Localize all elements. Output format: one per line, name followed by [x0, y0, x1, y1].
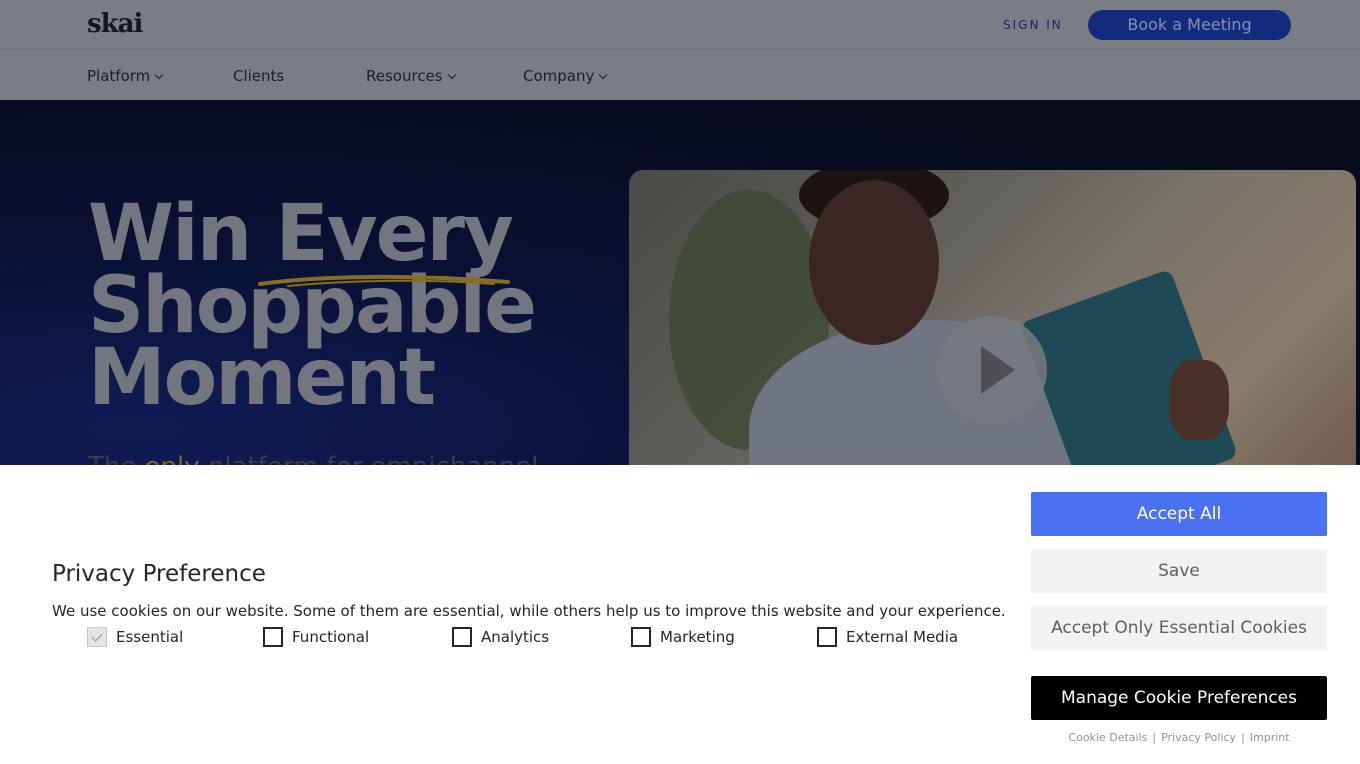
play-icon: [981, 346, 1015, 394]
cookie-details-link[interactable]: Cookie Details: [1068, 731, 1147, 744]
nav-item-label: Clients: [233, 67, 285, 85]
hero-video[interactable]: [629, 170, 1356, 465]
privacy-policy-link[interactable]: Privacy Policy: [1161, 731, 1236, 744]
cookie-banner: Privacy Preference We use cookies on our…: [0, 465, 1360, 764]
option-label: Essential: [116, 628, 184, 646]
link-separator: |: [1241, 731, 1245, 744]
save-button[interactable]: Save: [1031, 549, 1327, 593]
cookie-title: Privacy Preference: [52, 561, 266, 587]
chevron-down-icon: [447, 70, 456, 80]
option-label: Functional: [292, 628, 370, 646]
hero-subtitle: The only platform for omnichannel: [88, 452, 538, 465]
hero-headline: Win Every Shoppable Moment: [88, 189, 537, 423]
book-meeting-button[interactable]: Book a Meeting: [1088, 10, 1291, 40]
sign-in-link[interactable]: SIGN IN: [1003, 18, 1063, 32]
headline-line-3: Moment: [88, 333, 436, 423]
brush-underline-icon: [258, 274, 510, 287]
cookie-option-external-media[interactable]: External Media: [817, 627, 958, 647]
video-hand: [1169, 360, 1229, 440]
subtitle-suffix: platform for omnichannel: [200, 452, 539, 465]
nav-item-clients[interactable]: Clients: [233, 67, 284, 85]
cookie-description: We use cookies on our website. Some of t…: [52, 602, 1006, 620]
nav-item-company[interactable]: Company: [523, 67, 608, 85]
option-label: Analytics: [481, 628, 550, 646]
nav-item-label: Resources: [366, 67, 443, 85]
subtitle-highlight: only: [145, 452, 200, 465]
main-nav: Platform Clients Resources Company: [0, 50, 1360, 100]
accept-essential-button[interactable]: Accept Only Essential Cookies: [1031, 606, 1327, 650]
hero-section: Win Every Shoppable Moment The only plat…: [0, 100, 1360, 465]
nav-item-platform[interactable]: Platform: [87, 67, 164, 85]
checkbox-marketing[interactable]: [631, 627, 651, 647]
link-separator: |: [1152, 731, 1157, 744]
video-person-head: [809, 180, 939, 345]
checkbox-functional[interactable]: [263, 627, 283, 647]
option-label: External Media: [846, 628, 959, 646]
manage-preferences-button[interactable]: Manage Cookie Preferences: [1031, 676, 1327, 720]
subtitle-prefix: The: [88, 452, 145, 465]
top-bar: skai SIGN IN Book a Meeting: [0, 0, 1360, 50]
cookie-option-analytics[interactable]: Analytics: [452, 627, 549, 647]
play-button[interactable]: [937, 316, 1047, 424]
chevron-down-icon: [155, 70, 164, 80]
nav-item-resources[interactable]: Resources: [366, 67, 456, 85]
cookie-option-marketing[interactable]: Marketing: [631, 627, 735, 647]
imprint-link[interactable]: Imprint: [1250, 731, 1290, 744]
checkbox-external-media[interactable]: [817, 627, 837, 647]
cookie-footer-links: Cookie Details | Privacy Policy | Imprint: [1031, 731, 1327, 744]
accept-all-button[interactable]: Accept All: [1031, 492, 1327, 536]
headline-line-1: Win Every: [88, 189, 514, 279]
skai-logo[interactable]: skai: [87, 9, 143, 39]
cookie-option-essential[interactable]: Essential: [87, 627, 183, 647]
cookie-option-functional[interactable]: Functional: [263, 627, 369, 647]
checkbox-analytics[interactable]: [452, 627, 472, 647]
checkbox-essential[interactable]: [87, 627, 107, 647]
nav-item-label: Platform: [87, 67, 151, 85]
option-label: Marketing: [660, 628, 735, 646]
chevron-down-icon: [599, 70, 608, 80]
nav-item-label: Company: [523, 67, 595, 85]
